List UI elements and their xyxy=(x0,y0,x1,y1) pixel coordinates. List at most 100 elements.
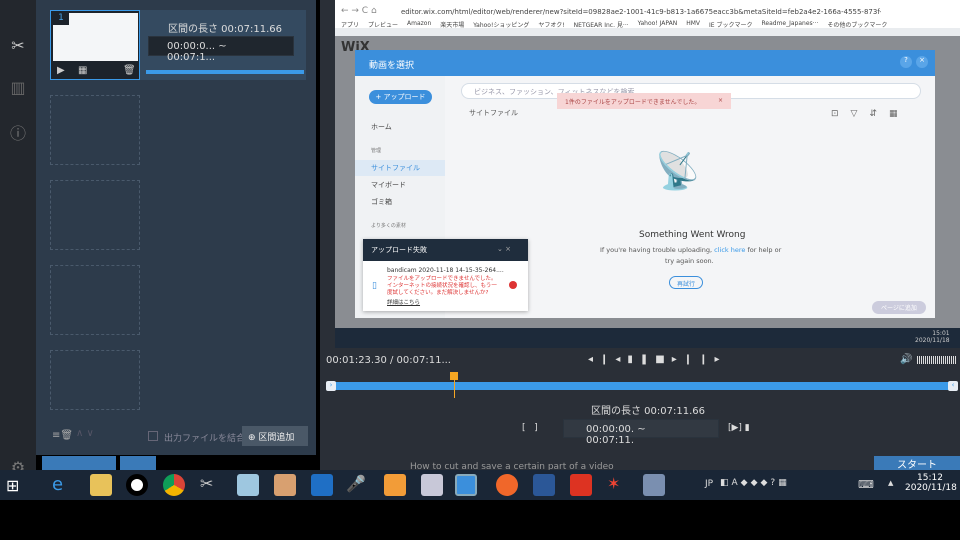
add-to-page-button[interactable]: ページに追加 xyxy=(872,301,926,314)
bookmark[interactable]: Yahoo!ショッピング xyxy=(473,20,529,29)
empty-slot xyxy=(50,265,140,335)
clock-date: 2020/11/18 xyxy=(905,483,957,493)
info-icon[interactable]: ⓘ xyxy=(8,120,28,143)
playback-controls[interactable]: ◂❙◂▮❚■▸❙❙▸ xyxy=(588,354,727,365)
merge-checkbox[interactable] xyxy=(148,431,158,441)
upload-filename: bandicam 2020-11-18 14-15-35-264.... xyxy=(387,267,504,274)
start-handle[interactable]: › xyxy=(326,381,336,391)
bookmark[interactable]: NETGEAR Inc. 見··· xyxy=(574,20,629,29)
bandicam-icon[interactable] xyxy=(126,474,148,496)
file-icon: ▯ xyxy=(372,281,377,291)
clip-thumbnail[interactable]: 1 ▶ ▦ 🗑 xyxy=(50,10,140,80)
mark-in-out-buttons[interactable]: [ ] xyxy=(522,423,538,433)
satellite-dish-icon: 📡 xyxy=(655,151,700,192)
play-icon[interactable]: ▶ xyxy=(57,65,65,76)
left-sidebar: ✂ ▥ ⓘ ⚙ xyxy=(0,0,36,477)
playback-time: 00:01:23.30 / 00:07:11... xyxy=(326,355,451,366)
grid-icon[interactable]: ▦ xyxy=(78,65,87,76)
segment-range-input[interactable]: 00:00:0... ~ 00:07:1... xyxy=(148,36,294,63)
details-link[interactable]: 詳細はこちら xyxy=(387,298,420,306)
clock-time: 15:12 xyxy=(917,473,943,483)
bookmark[interactable]: Yahoo! JAPAN xyxy=(638,20,678,29)
word-icon[interactable] xyxy=(533,474,555,496)
help-icon[interactable]: ? xyxy=(900,56,912,68)
show-hidden-icon[interactable]: ▲ xyxy=(888,479,893,487)
bookmark[interactable]: Readme_Japanes··· xyxy=(762,20,819,29)
snipping-tool-icon[interactable]: ✂ xyxy=(200,474,222,496)
system-tray-icons[interactable]: ◧A◆◆◆?▦ xyxy=(720,478,790,488)
media-player-icon[interactable] xyxy=(384,474,406,496)
save-button[interactable] xyxy=(120,456,156,470)
nav-section-manage: 管理 xyxy=(371,148,382,154)
maple-icon[interactable]: ✶ xyxy=(607,474,629,496)
nav-icons[interactable]: ← → C ⌂ xyxy=(341,6,377,16)
file-explorer-icon[interactable] xyxy=(90,474,112,496)
bookmark[interactable]: 楽天市場 xyxy=(440,20,464,29)
clip-number: 1 xyxy=(53,13,69,25)
player-range-input[interactable]: 00:00:00. ~ 00:07:11. xyxy=(563,419,719,446)
open-file-button[interactable] xyxy=(42,456,116,470)
clock[interactable]: 15:12 2020/11/18 xyxy=(905,473,957,493)
add-segment-button[interactable]: ⊕ 区間追加 xyxy=(242,426,308,446)
collapse-close-icons[interactable]: ⌄ × xyxy=(497,245,511,253)
help-link[interactable]: click here xyxy=(714,246,745,254)
play-segment-button[interactable]: [▶] ▮ xyxy=(728,423,750,433)
film-icon[interactable]: ▥ xyxy=(8,78,28,98)
list-delete-icon[interactable]: ≡🗑 xyxy=(52,430,73,441)
start-button[interactable]: スタート xyxy=(874,456,960,470)
bookmark[interactable]: ヤフオク! xyxy=(538,20,564,29)
merge-label: 出力ファイルを結合 xyxy=(164,434,246,444)
video-title: How to cut and save a certain part of a … xyxy=(410,462,614,470)
paint-icon[interactable] xyxy=(274,474,296,496)
url-bar[interactable]: editor.wix.com/html/editor/web/renderer/… xyxy=(401,8,881,16)
notepad-icon[interactable] xyxy=(237,474,259,496)
keyboard-icon[interactable]: ⌨ xyxy=(858,478,874,491)
nav-site-files[interactable]: サイトファイル xyxy=(371,163,420,173)
volume-icon[interactable]: 🔊 xyxy=(900,354,912,365)
toolbar-icons[interactable]: ⊡▽⇵▦ xyxy=(831,109,910,119)
section-title: サイトファイル xyxy=(469,109,518,117)
nav-trash[interactable]: ゴミ箱 xyxy=(371,197,392,207)
bandicut-icon[interactable] xyxy=(455,474,477,496)
bookmark[interactable]: その他のブックマーク xyxy=(827,20,887,29)
nav-my-boards[interactable]: マイボード xyxy=(371,180,406,190)
presentation-icon[interactable] xyxy=(421,474,443,496)
empty-slot xyxy=(50,350,140,410)
firefox-icon[interactable] xyxy=(496,474,518,496)
bookmarks-bar: アプリ プレビュー Amazon 楽天市場 Yahoo!ショッピング ヤフオク! NETGE… xyxy=(341,20,951,29)
error-toast-text: 1件のファイルをアップロードできませんでした。 xyxy=(565,99,701,106)
bookmark[interactable]: プレビュー xyxy=(368,20,398,29)
segment-length: 区間の長さ 00:07:11.66 xyxy=(168,24,282,35)
end-handle[interactable]: ‹ xyxy=(948,381,958,391)
segment-bar xyxy=(146,70,304,74)
timeline-bar[interactable] xyxy=(326,382,958,390)
nav-home[interactable]: ホーム xyxy=(371,122,392,132)
ie-icon[interactable]: e xyxy=(52,474,74,496)
video-editor-icon[interactable] xyxy=(643,474,665,496)
outlook-icon[interactable] xyxy=(311,474,333,496)
upload-button[interactable]: + アップロード xyxy=(369,90,432,104)
error-text: If you're having trouble uploading, clic… xyxy=(600,246,782,254)
cut-icon[interactable]: ✂ xyxy=(8,36,28,56)
bookmark[interactable]: HMV xyxy=(686,20,700,29)
bookmark[interactable]: Amazon xyxy=(407,20,431,29)
bookmark[interactable]: IE ブックマーク xyxy=(709,20,752,29)
volume-slider[interactable] xyxy=(917,356,957,364)
upload-error-message: ファイルをアップロードできませんでした。インターネットの接続状況を確認し、もう一… xyxy=(387,276,497,296)
close-icon[interactable]: × xyxy=(718,97,723,104)
playhead[interactable] xyxy=(450,372,459,398)
app-icon[interactable] xyxy=(570,474,592,496)
move-up-icon[interactable]: ∧ ∨ xyxy=(76,428,94,439)
nav-section-more: より多くの素材 xyxy=(371,223,406,229)
trash-icon[interactable]: 🗑 xyxy=(123,65,136,76)
add-segment-label: 区間追加 xyxy=(258,433,295,443)
bookmark[interactable]: アプリ xyxy=(341,20,359,29)
retry-button[interactable]: 再試行 xyxy=(669,276,703,289)
chrome-icon[interactable] xyxy=(163,474,185,496)
captured-clock: 15:01 2020/11/18 xyxy=(915,330,950,344)
windows-start-icon[interactable]: ⊞ xyxy=(6,476,19,495)
close-icon[interactable]: × xyxy=(916,56,928,68)
ime-language[interactable]: JP xyxy=(705,479,713,489)
microphone-icon[interactable]: 🎤 xyxy=(346,474,368,496)
dialog-title: 動画を選択 xyxy=(355,50,935,76)
